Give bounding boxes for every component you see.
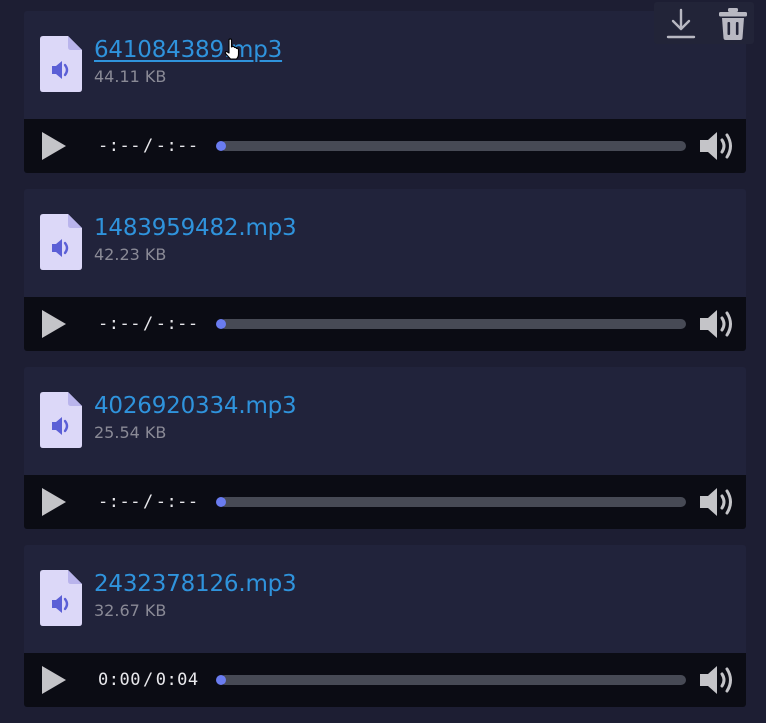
duration: -:-- <box>155 136 199 156</box>
play-icon[interactable] <box>38 309 68 339</box>
time-display: -:-- / -:-- <box>98 135 199 157</box>
current-time: 0:00 <box>98 670 141 690</box>
audio-player: -:-- / -:-- <box>24 475 746 529</box>
audio-file-icon <box>40 570 82 626</box>
seek-bar[interactable] <box>216 675 686 685</box>
volume-icon[interactable] <box>698 663 738 697</box>
play-icon[interactable] <box>38 487 68 517</box>
current-time: -:-- <box>98 314 141 334</box>
seek-thumb[interactable] <box>216 497 226 507</box>
current-time: -:-- <box>98 492 141 512</box>
seek-thumb[interactable] <box>216 675 226 685</box>
file-name-link[interactable]: 641084389.mp3 <box>94 35 282 65</box>
time-display: -:-- / -:-- <box>98 491 199 513</box>
time-separator: / <box>142 136 154 156</box>
play-icon[interactable] <box>38 665 68 695</box>
file-name-link[interactable]: 4026920334.mp3 <box>94 391 297 421</box>
current-time: -:-- <box>98 136 141 156</box>
audio-file-icon <box>40 214 82 270</box>
file-size: 44.11 KB <box>94 67 167 86</box>
seek-thumb[interactable] <box>216 319 226 329</box>
download-icon[interactable] <box>666 8 696 40</box>
duration: 0:04 <box>155 670 199 690</box>
audio-file-icon <box>40 392 82 448</box>
volume-icon[interactable] <box>698 307 738 341</box>
audio-file-card: 2432378126.mp3 32.67 KB 0:00/0:04 <box>24 545 746 707</box>
time-separator: / <box>142 314 154 334</box>
time-separator: / <box>142 492 154 512</box>
time-display: 0:00/0:04 <box>98 669 199 691</box>
audio-file-card: 4026920334.mp3 25.54 KB -:-- / -:-- <box>24 367 746 529</box>
volume-icon[interactable] <box>698 129 738 163</box>
file-info: 641084389.mp3 44.11 KB <box>24 11 746 119</box>
file-info: 2432378126.mp3 32.67 KB <box>24 545 746 653</box>
volume-icon[interactable] <box>698 485 738 519</box>
seek-thumb[interactable] <box>216 141 226 151</box>
time-display: -:-- / -:-- <box>98 313 199 335</box>
file-info: 4026920334.mp3 25.54 KB <box>24 367 746 475</box>
file-size: 42.23 KB <box>94 245 167 264</box>
seek-bar[interactable] <box>216 497 686 507</box>
audio-player: 0:00/0:04 <box>24 653 746 707</box>
audio-file-icon <box>40 36 82 92</box>
file-size: 25.54 KB <box>94 423 167 442</box>
audio-file-list: 641084389.mp3 44.11 KB -:-- / -:-- 14839… <box>24 11 746 723</box>
file-info: 1483959482.mp3 42.23 KB <box>24 189 746 297</box>
trash-icon[interactable] <box>718 7 748 41</box>
file-name-link[interactable]: 2432378126.mp3 <box>94 569 297 599</box>
audio-file-card: 641084389.mp3 44.11 KB -:-- / -:-- <box>24 11 746 173</box>
audio-file-card: 1483959482.mp3 42.23 KB -:-- / -:-- <box>24 189 746 351</box>
seek-bar[interactable] <box>216 141 686 151</box>
file-name-link[interactable]: 1483959482.mp3 <box>94 213 297 243</box>
mouse-cursor-icon <box>224 38 240 60</box>
file-actions-toolbar <box>654 2 754 44</box>
time-separator: / <box>142 670 154 690</box>
audio-player: -:-- / -:-- <box>24 297 746 351</box>
duration: -:-- <box>155 314 199 334</box>
audio-player: -:-- / -:-- <box>24 119 746 173</box>
seek-bar[interactable] <box>216 319 686 329</box>
file-size: 32.67 KB <box>94 601 167 620</box>
play-icon[interactable] <box>38 131 68 161</box>
duration: -:-- <box>155 492 199 512</box>
